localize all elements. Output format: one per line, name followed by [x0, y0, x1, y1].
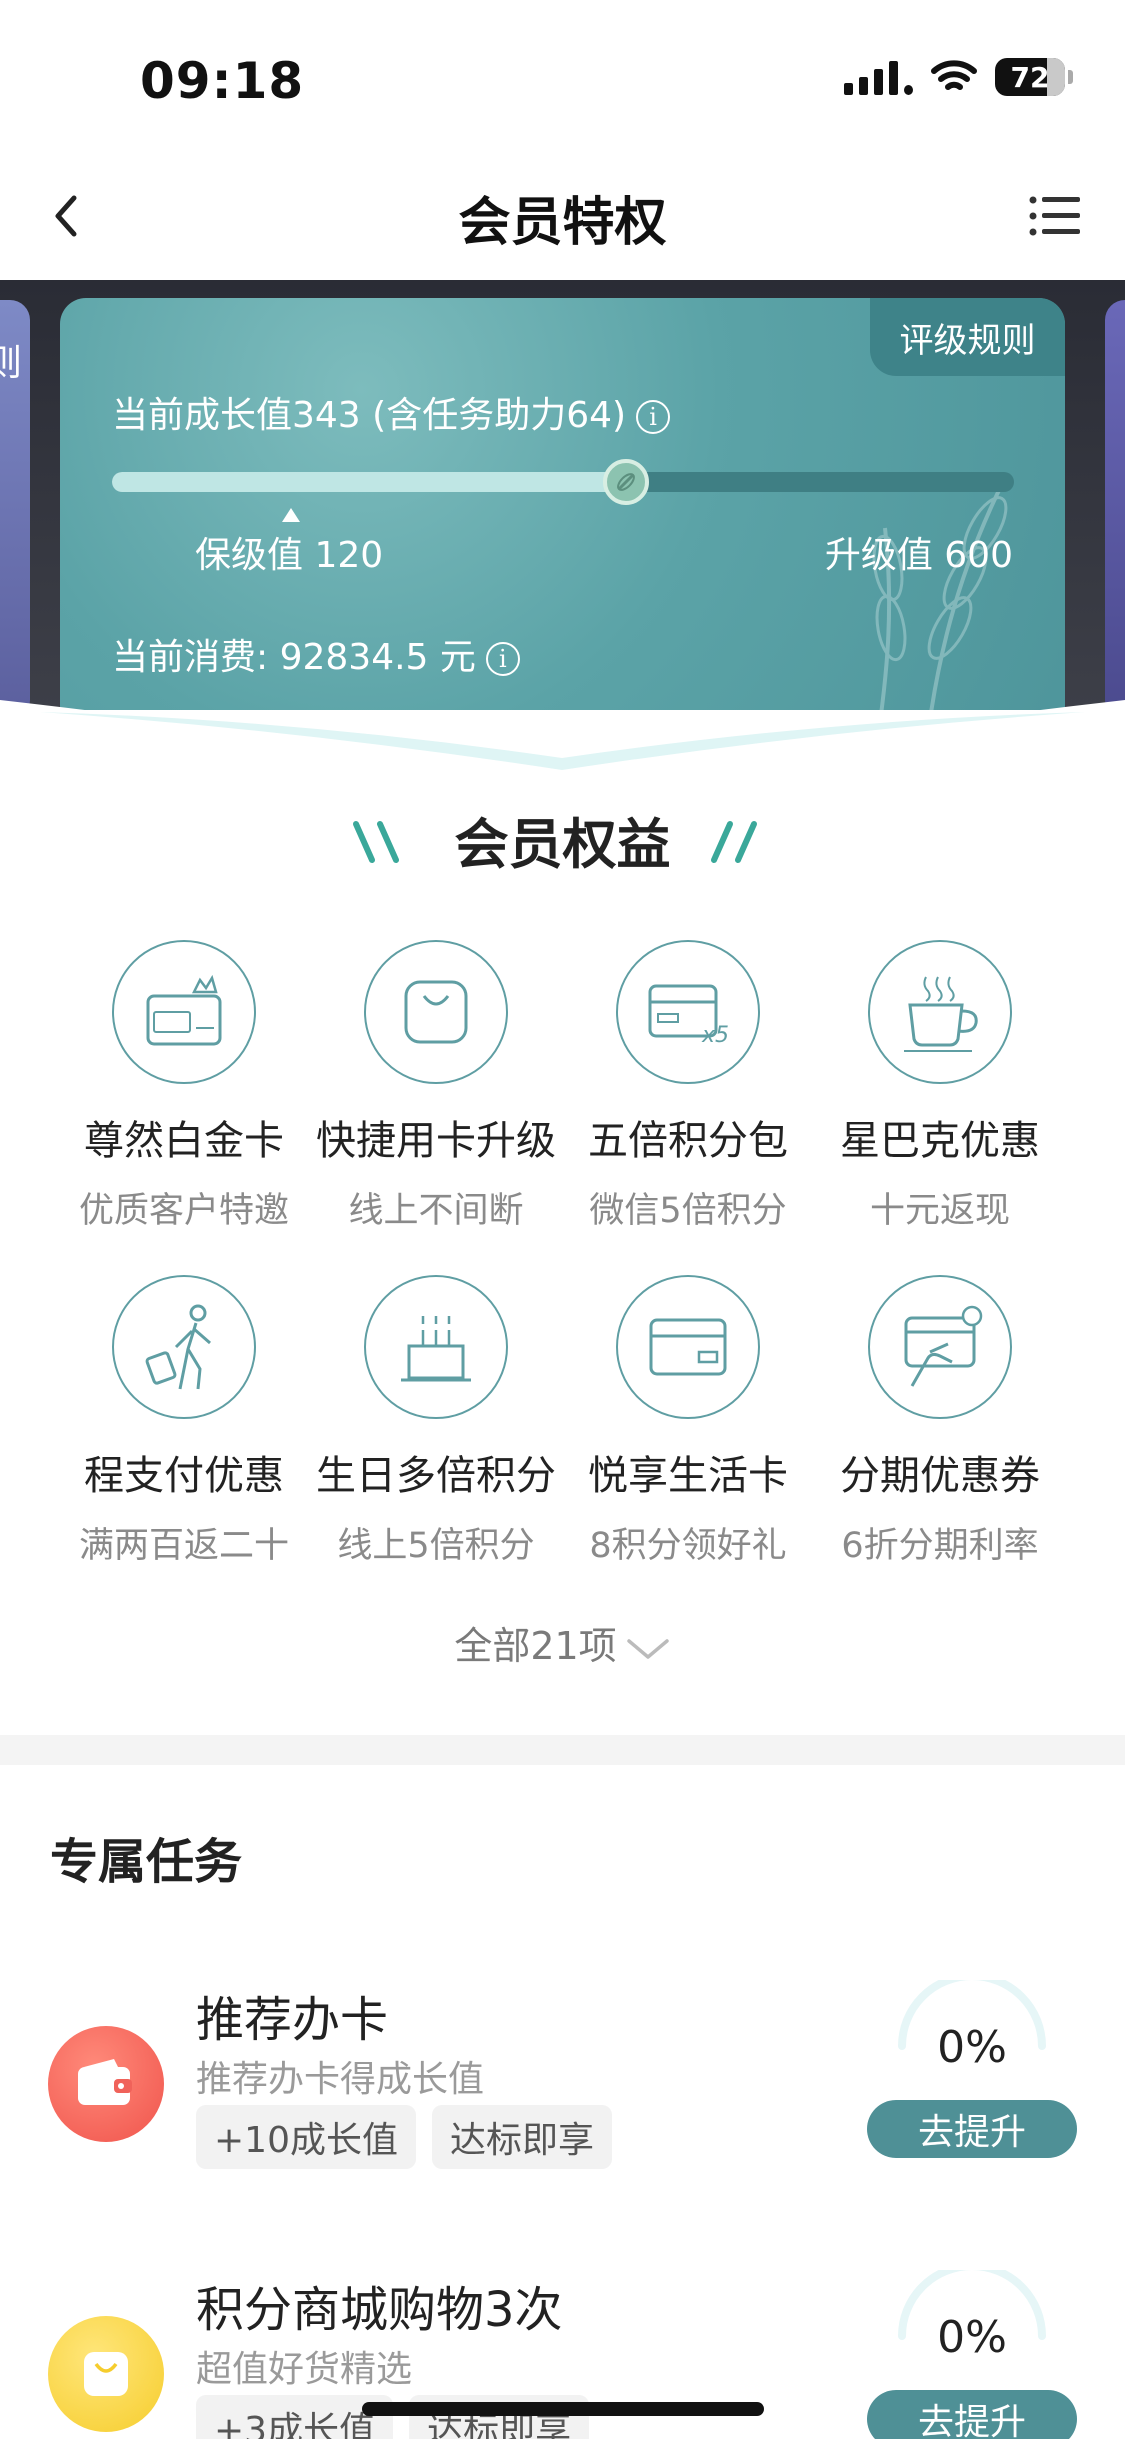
- task-tag: 达标即享: [431, 2105, 612, 2169]
- cellular-signal-icon: [844, 59, 913, 95]
- status-icons: 72: [844, 58, 1073, 96]
- benefit-desc: 微信5倍积分: [589, 1191, 787, 1231]
- benefit-life-card[interactable]: 悦享生活卡 8积分领好礼: [562, 1275, 814, 1568]
- shopping-bag-icon: [48, 2316, 164, 2432]
- task-progress-value: 0%: [937, 2312, 1007, 2363]
- benefit-desc: 线上不间断: [348, 1191, 524, 1231]
- task-progress-gauge: 0% 去提升: [867, 1980, 1077, 2180]
- chevron-down-icon: [626, 1638, 669, 1659]
- prev-card[interactable]: 则: [0, 300, 30, 710]
- installment-card-icon: [868, 1275, 1012, 1419]
- benefit-desc: 优质客户特邀: [78, 1191, 289, 1231]
- platinum-card-icon: [112, 940, 256, 1084]
- status-time: 09:18: [140, 52, 305, 110]
- nav-bar: 会员特权: [0, 150, 1125, 280]
- membership-card: 评级规则 当前成长值343 (含任务助力64) i 保级值 120 升级值 600…: [60, 298, 1065, 710]
- upgrade-level-label: 升级值 600: [824, 535, 1013, 576]
- traveler-luggage-icon: [112, 1275, 256, 1419]
- benefit-birthday-points[interactable]: 生日多倍积分 线上5倍积分: [310, 1275, 562, 1568]
- wifi-icon: [931, 60, 977, 90]
- task-name: 积分商城购物3次: [196, 2282, 563, 2338]
- card-x5-icon: x5: [616, 940, 760, 1084]
- task-tag: +3成长值: [196, 2395, 394, 2439]
- tasks-title: 专属任务: [50, 1834, 243, 1890]
- benefit-desc: 满两百返二十: [78, 1526, 289, 1566]
- benefits-title: 会员权益: [454, 813, 671, 876]
- benefit-platinum-card[interactable]: 尊然白金卡 优质客户特邀: [58, 940, 310, 1233]
- progress-knob-icon: [603, 459, 650, 505]
- task-progress-value: 0%: [937, 2022, 1007, 2073]
- info-icon[interactable]: i: [485, 642, 520, 676]
- benefit-name: 五倍积分包: [588, 1118, 788, 1164]
- growth-value-text: 当前成长值343 (含任务助力64): [112, 395, 627, 436]
- coffee-cup-icon: [868, 940, 1012, 1084]
- growth-value-line: 当前成长值343 (含任务助力64) i: [112, 386, 671, 438]
- svg-text:x5: x5: [701, 1023, 729, 1048]
- benefit-desc: 6折分期利率: [841, 1526, 1039, 1566]
- benefit-five-times-points[interactable]: x5 五倍积分包 微信5倍积分: [562, 940, 814, 1233]
- task-name: 推荐办卡: [196, 1992, 389, 2048]
- benefit-desc: 线上5倍积分: [337, 1526, 535, 1566]
- benefit-name: 快捷用卡升级: [316, 1118, 556, 1164]
- growth-progress-fill: [112, 472, 627, 492]
- benefit-desc: 8积分领好礼: [589, 1526, 787, 1566]
- status-bar: 09:18 72: [0, 0, 1125, 150]
- current-spend-text: 当前消费: 92834.5 元: [112, 637, 476, 678]
- task-tag: +10成长值: [196, 2105, 416, 2169]
- section-divider: [0, 1735, 1125, 1765]
- wallet-icon: [48, 2026, 164, 2142]
- shopping-bag-icon: [364, 940, 508, 1084]
- benefit-quick-card-upgrade[interactable]: 快捷用卡升级 线上不间断: [310, 940, 562, 1233]
- list-menu-icon[interactable]: [1029, 194, 1081, 238]
- benefit-installment-coupon[interactable]: 分期优惠券 6折分期利率: [814, 1275, 1066, 1568]
- life-card-icon: [616, 1275, 760, 1419]
- battery-icon: 72: [995, 58, 1073, 96]
- show-all-label: 全部21项: [454, 1624, 617, 1668]
- next-card[interactable]: [1105, 300, 1125, 710]
- task-desc: 超值好货精选: [196, 2349, 413, 2390]
- benefit-name: 程支付优惠: [84, 1453, 284, 1499]
- birthday-cake-icon: [364, 1275, 508, 1419]
- title-slash-right-icon: [711, 821, 757, 863]
- benefit-name: 星巴克优惠: [840, 1118, 1040, 1164]
- keep-level-marker-icon: [282, 508, 300, 522]
- page-title: 会员特权: [458, 193, 667, 253]
- card-bottom-curve: [0, 700, 1125, 790]
- task-tags: +10成长值 达标即享: [196, 2105, 612, 2169]
- improve-button[interactable]: 去提升: [867, 2390, 1077, 2439]
- prev-card-text: 则: [0, 343, 22, 384]
- home-indicator: [362, 2402, 764, 2416]
- growth-progress-bar: [112, 459, 1014, 505]
- keep-level-label: 保级值 120: [195, 535, 384, 576]
- battery-level: 72: [1010, 60, 1050, 94]
- info-icon[interactable]: i: [636, 400, 671, 434]
- benefit-desc: 十元返现: [869, 1191, 1010, 1231]
- benefit-name: 分期优惠券: [840, 1453, 1040, 1499]
- benefit-starbucks[interactable]: 星巴克优惠 十元返现: [814, 940, 1066, 1233]
- membership-card-carousel[interactable]: 则 评级规则 当前成长值343 (含任务助力64) i 保级值 120 升级值 6…: [0, 280, 1125, 710]
- current-spend-line: 当前消费: 92834.5 元 i: [112, 628, 520, 680]
- show-all-benefits-button[interactable]: 全部21项: [0, 1615, 1125, 1670]
- benefit-travel-payment[interactable]: 程支付优惠 满两百返二十: [58, 1275, 310, 1568]
- task-progress-gauge: 0% 去提升: [867, 2270, 1077, 2439]
- benefit-name: 生日多倍积分: [316, 1453, 556, 1499]
- improve-button[interactable]: 去提升: [867, 2100, 1077, 2158]
- benefit-name: 悦享生活卡: [588, 1453, 788, 1499]
- rating-rules-button[interactable]: 评级规则: [870, 298, 1065, 376]
- task-desc: 推荐办卡得成长值: [196, 2059, 485, 2100]
- benefit-name: 尊然白金卡: [84, 1118, 284, 1164]
- task-item-recommend-card: 推荐办卡 推荐办卡得成长值 +10成长值 达标即享 0% 去提升: [0, 1960, 1125, 2220]
